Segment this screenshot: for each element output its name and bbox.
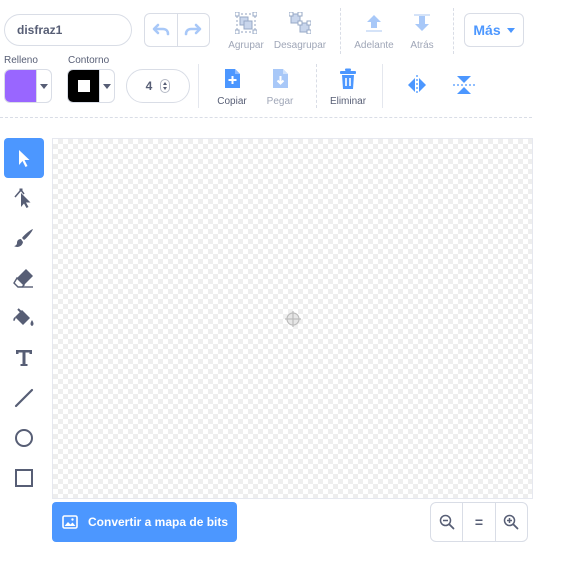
divider <box>453 8 454 54</box>
undo-button[interactable] <box>145 14 177 46</box>
backward-button[interactable]: Atrás <box>402 12 442 51</box>
more-label: Más <box>473 22 501 38</box>
fill-tool[interactable] <box>4 298 44 338</box>
brush-tool[interactable] <box>4 218 44 258</box>
eraser-tool[interactable] <box>4 258 44 298</box>
outline-color-swatch <box>68 70 100 102</box>
paste-icon <box>273 69 288 88</box>
eraser-icon <box>13 269 33 288</box>
brush-icon <box>14 229 33 247</box>
more-dropdown[interactable]: Más <box>464 13 524 47</box>
copy-icon <box>225 69 240 88</box>
paste-label: Pegar <box>266 96 294 107</box>
fill-bucket-icon <box>13 308 34 326</box>
ungroup-icon <box>289 12 311 34</box>
fill-label: Relleno <box>4 55 38 66</box>
outline-width-value: 4 <box>145 79 153 93</box>
fill-color-picker[interactable] <box>4 69 52 103</box>
outline-width-input[interactable]: 4 <box>126 69 190 103</box>
copy-button[interactable]: Copiar <box>212 68 252 107</box>
zoom-reset-label: = <box>474 514 484 530</box>
flip-horizontal-button[interactable] <box>405 74 429 101</box>
crosshair-icon <box>285 311 301 327</box>
divider <box>340 8 341 54</box>
paint-canvas[interactable] <box>52 138 533 499</box>
backward-label: Atrás <box>410 40 434 51</box>
image-icon <box>62 515 78 529</box>
delete-button[interactable]: Eliminar <box>328 68 368 107</box>
chevron-down-icon <box>40 83 48 89</box>
convert-to-bitmap-label: Convertir a mapa de bits <box>88 515 229 529</box>
undo-icon <box>152 23 170 36</box>
outline-label: Contorno <box>68 55 110 66</box>
costume-name-input[interactable]: disfraz1 <box>4 14 132 46</box>
text-tool[interactable] <box>4 338 44 378</box>
toolbar-divider <box>0 117 532 118</box>
copy-label: Copiar <box>217 96 247 107</box>
zoom-in-button[interactable] <box>494 503 527 541</box>
zoom-out-button[interactable] <box>431 503 462 541</box>
redo-button[interactable] <box>176 14 209 46</box>
arrow-up-icon <box>366 15 382 32</box>
stepper-icon[interactable] <box>160 79 171 93</box>
line-tool[interactable] <box>4 378 44 418</box>
ungroup-label: Desagrupar <box>273 40 327 51</box>
divider <box>198 64 199 108</box>
ungroup-button[interactable]: Desagrupar <box>272 12 328 51</box>
flip-vertical-icon <box>453 76 475 94</box>
fill-color-swatch <box>5 70 37 102</box>
redo-icon <box>185 23 202 36</box>
reshape-icon <box>14 188 31 208</box>
rectangle-tool[interactable] <box>4 458 44 498</box>
group-button[interactable]: Agrupar <box>226 12 266 51</box>
outline-color-picker[interactable] <box>67 69 115 103</box>
reshape-tool[interactable] <box>4 178 44 218</box>
trash-icon <box>340 68 356 89</box>
zoom-reset-button[interactable]: = <box>462 503 494 541</box>
forward-button[interactable]: Adelante <box>352 12 396 51</box>
zoom-controls: = <box>430 502 528 542</box>
convert-to-bitmap-button[interactable]: Convertir a mapa de bits <box>52 502 237 542</box>
flip-horizontal-icon <box>408 75 426 95</box>
group-label: Agrupar <box>228 40 264 51</box>
paste-button[interactable]: Pegar <box>262 68 298 107</box>
divider <box>316 64 317 108</box>
select-arrow-icon <box>19 150 30 167</box>
zoom-in-icon <box>504 514 519 530</box>
text-icon <box>16 350 32 366</box>
rectangle-icon <box>15 469 33 487</box>
circle-tool[interactable] <box>4 418 44 458</box>
chevron-down-icon <box>103 83 111 89</box>
select-tool[interactable] <box>4 138 44 178</box>
zoom-out-icon <box>439 514 455 530</box>
delete-label: Eliminar <box>329 96 367 107</box>
group-icon <box>235 12 257 34</box>
forward-label: Adelante <box>354 40 394 51</box>
arrow-down-icon <box>414 14 430 31</box>
circle-icon <box>15 429 33 447</box>
undo-redo-group <box>144 13 210 47</box>
line-icon <box>14 388 34 408</box>
paint-toolbox <box>4 138 44 498</box>
chevron-down-icon <box>506 28 515 33</box>
divider <box>382 64 383 108</box>
flip-vertical-button[interactable] <box>452 73 476 102</box>
